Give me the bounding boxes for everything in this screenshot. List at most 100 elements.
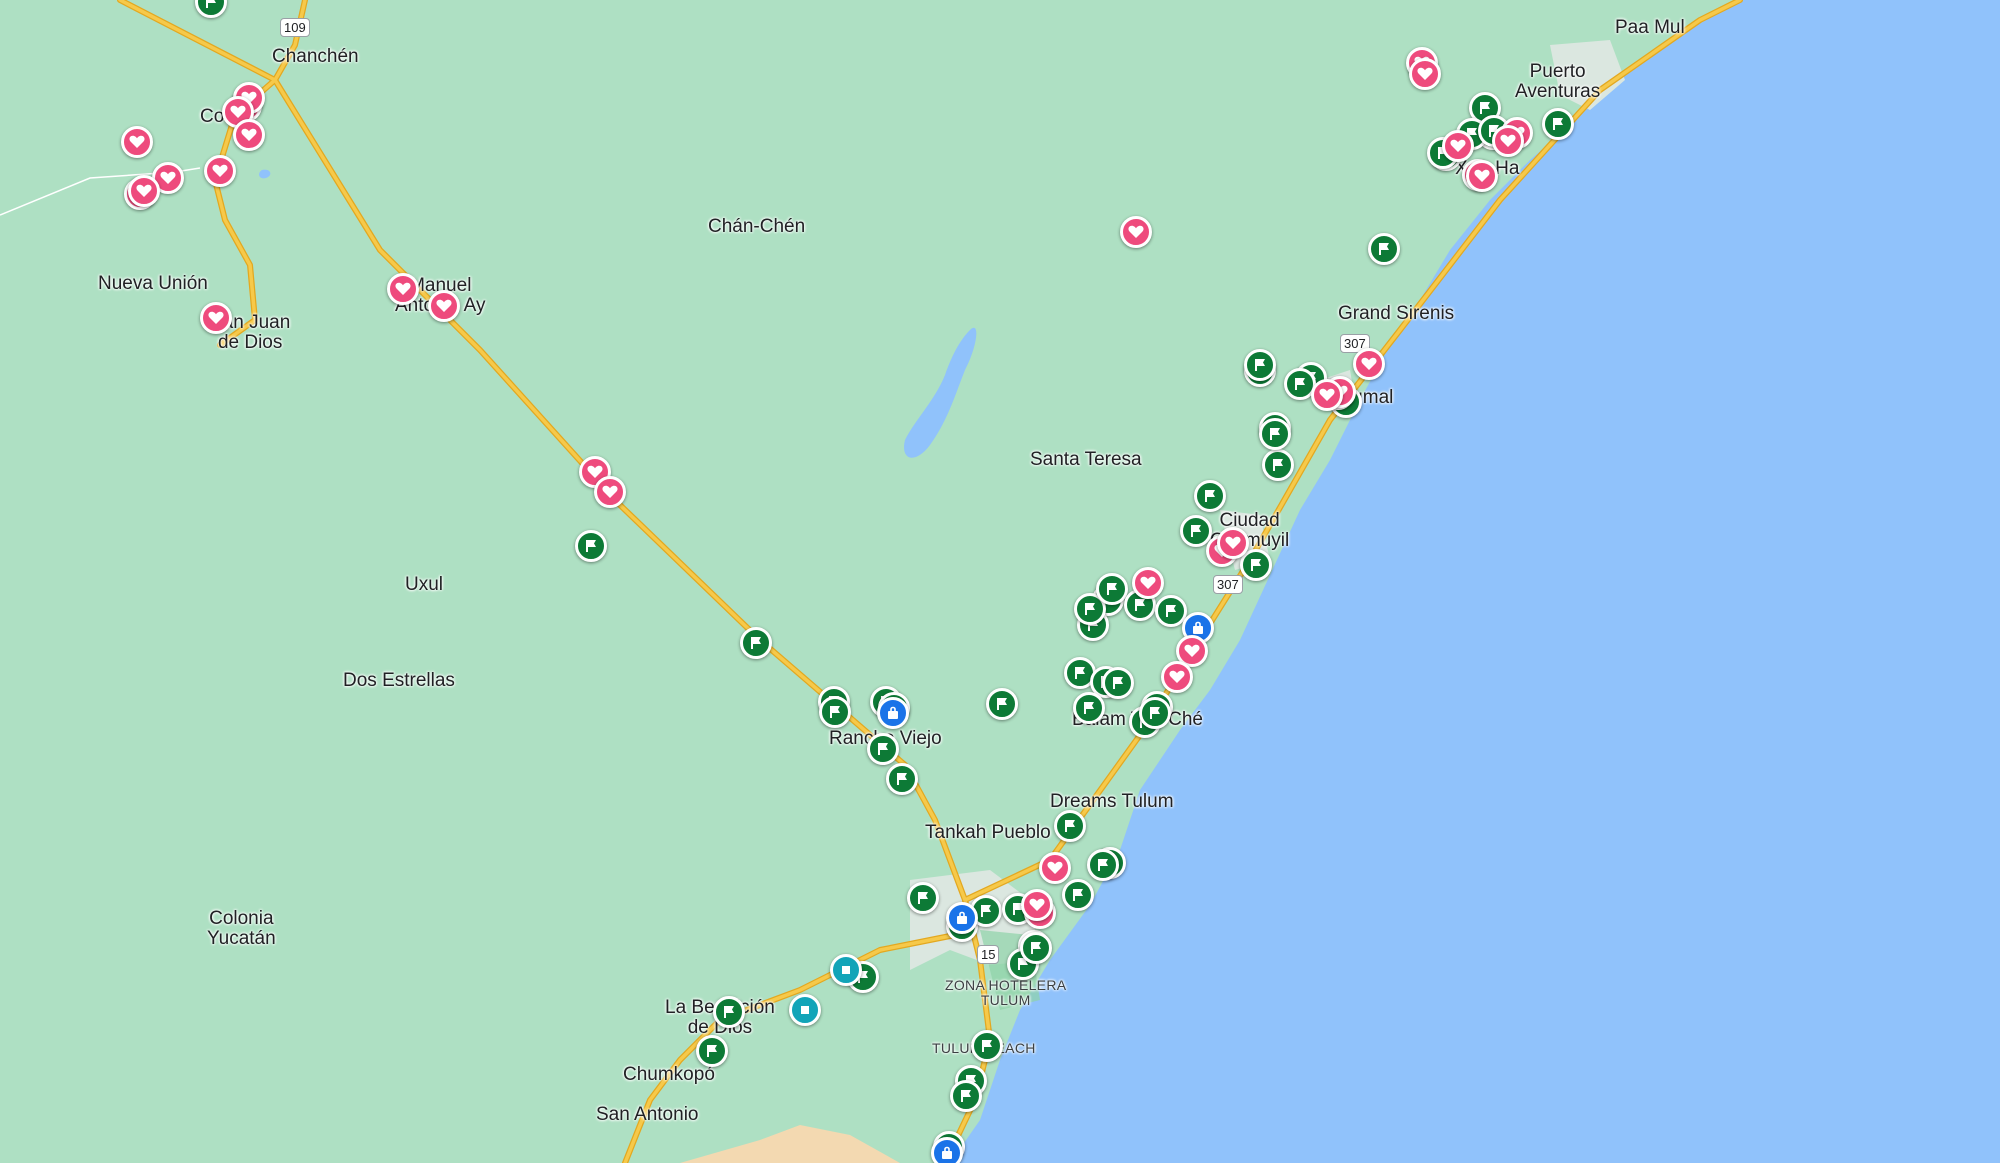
- label-puerto-aventuras[interactable]: Puerto Aventuras: [1515, 62, 1600, 102]
- flag-pin[interactable]: [971, 1030, 1003, 1062]
- flag-pin[interactable]: [1139, 697, 1171, 729]
- flag-pin[interactable]: [1054, 810, 1086, 842]
- flag-pin[interactable]: [713, 996, 745, 1028]
- heart-pin[interactable]: [1442, 130, 1474, 162]
- flag-pin[interactable]: [696, 1035, 728, 1067]
- flag-icon: [1251, 559, 1261, 571]
- heart-pin[interactable]: [128, 175, 160, 207]
- heart-pin[interactable]: [1217, 527, 1249, 559]
- label-grand-sirenis[interactable]: Grand Sirenis: [1338, 304, 1454, 324]
- heart-pin[interactable]: [204, 155, 236, 187]
- bag-icon: [942, 1146, 952, 1159]
- flag-pin[interactable]: [575, 530, 607, 562]
- label-chanchen[interactable]: Chanchén: [272, 47, 359, 67]
- heart-pin[interactable]: [1353, 348, 1385, 380]
- heart-pin[interactable]: [1311, 379, 1343, 411]
- flag-pin[interactable]: [986, 688, 1018, 720]
- label-paa-mul[interactable]: Paa Mul: [1615, 18, 1685, 38]
- flag-icon: [1295, 378, 1305, 390]
- heart-icon: [1184, 644, 1200, 657]
- flag-icon: [707, 1045, 717, 1057]
- flag-pin[interactable]: [1542, 108, 1574, 140]
- heart-pin[interactable]: [1492, 125, 1524, 157]
- flag-pin[interactable]: [867, 733, 899, 765]
- flag-icon: [830, 706, 840, 718]
- flag-icon: [1073, 889, 1083, 901]
- heart-pin[interactable]: [1039, 852, 1071, 884]
- flag-pin[interactable]: [1062, 879, 1094, 911]
- flag-icon: [751, 637, 761, 649]
- flag-pin[interactable]: [1262, 449, 1294, 481]
- heart-pin[interactable]: [387, 273, 419, 305]
- label-colonia-yucatan[interactable]: Colonia Yucatán: [207, 909, 276, 949]
- flag-icon: [1085, 603, 1095, 615]
- flag-icon: [878, 743, 888, 755]
- flag-pin[interactable]: [819, 696, 851, 728]
- label-co[interactable]: Co: [200, 107, 224, 127]
- heart-icon: [136, 184, 152, 197]
- heart-pin[interactable]: [1132, 567, 1164, 599]
- label-chan-chen[interactable]: Chán-Chén: [708, 217, 805, 237]
- heart-icon: [1047, 861, 1063, 874]
- heart-icon: [212, 164, 228, 177]
- flag-pin[interactable]: [1102, 667, 1134, 699]
- flag-pin[interactable]: [907, 882, 939, 914]
- label-nueva-union[interactable]: Nueva Unión: [98, 274, 208, 294]
- flag-pin[interactable]: [886, 763, 918, 795]
- label-dreams-tulum[interactable]: Dreams Tulum: [1050, 792, 1174, 812]
- flag-icon: [724, 1006, 734, 1018]
- label-san-antonio[interactable]: San Antonio: [596, 1105, 698, 1125]
- label-dos-estrellas[interactable]: Dos Estrellas: [343, 671, 455, 691]
- flag-pin[interactable]: [1020, 932, 1052, 964]
- heart-icon: [160, 171, 176, 184]
- lake: [904, 327, 977, 458]
- flag-icon: [1205, 490, 1215, 502]
- heart-icon: [1128, 225, 1144, 238]
- label-tankah-pueblo[interactable]: Tankah Pueblo: [925, 823, 1051, 843]
- square-pin[interactable]: [789, 994, 821, 1026]
- flag-icon: [1191, 525, 1201, 537]
- bag-pin[interactable]: [877, 697, 909, 729]
- label-santa-teresa[interactable]: Santa Teresa: [1030, 450, 1142, 470]
- flag-pin[interactable]: [1073, 692, 1105, 724]
- heart-pin[interactable]: [1409, 58, 1441, 90]
- road-shield-15: 15: [977, 945, 1000, 964]
- label-chumkopo[interactable]: Chumkopó: [623, 1065, 715, 1085]
- flag-icon: [997, 698, 1007, 710]
- flag-icon: [1107, 583, 1117, 595]
- heart-pin[interactable]: [200, 302, 232, 334]
- flag-pin[interactable]: [1087, 849, 1119, 881]
- flag-icon: [206, 0, 216, 8]
- heart-pin[interactable]: [121, 126, 153, 158]
- label-zona-hotelera-tulum[interactable]: ZONA HOTELERA TULUM: [945, 978, 1066, 1008]
- flag-pin[interactable]: [950, 1080, 982, 1112]
- square-pin[interactable]: [830, 954, 862, 986]
- flag-pin[interactable]: [1244, 349, 1276, 381]
- flag-icon: [982, 1040, 992, 1052]
- flag-pin[interactable]: [1194, 480, 1226, 512]
- heart-icon: [208, 311, 224, 324]
- heart-icon: [241, 128, 257, 141]
- heart-icon: [1417, 67, 1433, 80]
- flag-pin[interactable]: [740, 627, 772, 659]
- heart-pin[interactable]: [1161, 661, 1193, 693]
- heart-pin[interactable]: [428, 290, 460, 322]
- square-icon: [842, 966, 850, 974]
- map-canvas[interactable]: 109 307 307 15 Chanchén Paa Mul Puerto A…: [0, 0, 2000, 1163]
- heart-icon: [1361, 357, 1377, 370]
- bag-icon: [1193, 621, 1203, 634]
- heart-pin[interactable]: [1120, 216, 1152, 248]
- heart-icon: [395, 282, 411, 295]
- label-uxul[interactable]: Uxul: [405, 575, 443, 595]
- square-icon: [801, 1006, 809, 1014]
- heart-pin[interactable]: [1466, 160, 1498, 192]
- heart-pin[interactable]: [233, 119, 265, 151]
- bag-pin[interactable]: [931, 1137, 963, 1163]
- flag-pin[interactable]: [1368, 233, 1400, 265]
- heart-pin[interactable]: [1021, 889, 1053, 921]
- bag-pin[interactable]: [946, 902, 978, 934]
- flag-pin[interactable]: [1259, 418, 1291, 450]
- flag-icon: [1113, 677, 1123, 689]
- heart-pin[interactable]: [594, 476, 626, 508]
- flag-pin[interactable]: [1096, 573, 1128, 605]
